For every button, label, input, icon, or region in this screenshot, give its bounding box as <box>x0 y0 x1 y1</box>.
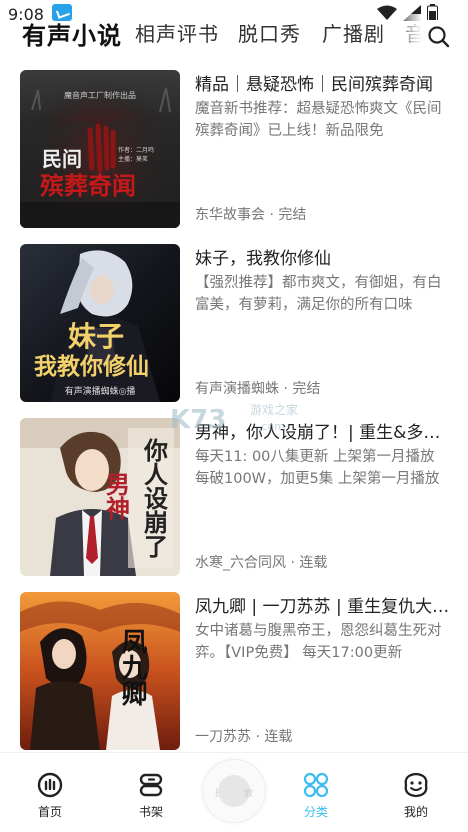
book-description: 每天11: 00八集更新 上架第一月播放每破100W，加更5集 上架第一月播放 <box>195 449 440 487</box>
cover-title-line2: 你人设崩了 <box>140 438 169 559</box>
nav-home[interactable]: 首页 <box>20 771 80 820</box>
home-icon <box>37 772 63 798</box>
nav-home-label: 首页 <box>37 805 62 819</box>
book-cover[interactable]: 魔音声工厂制作出品 作者：二月鸣 主播：莫茗 民间 殡葬奇闻 <box>20 70 180 228</box>
watermark-brand: K73 <box>170 405 226 435</box>
cover-title-line1: 男神 <box>102 472 131 520</box>
cover-title: 凤九卿 <box>117 628 148 707</box>
book-title: 妹子，我教你修仙 <box>195 249 331 269</box>
book-item[interactable]: 魔音声工厂制作出品 作者：二月鸣 主播：莫茗 民间 殡葬奇闻 精品｜悬疑恐怖｜民… <box>0 64 468 228</box>
book-meta: 一刀苏苏 · 连载 <box>195 729 293 745</box>
category-tab-bar: 有声小说 相声评书 脱口秀 广播剧 音 <box>0 14 468 54</box>
book-title: 凤九卿 | 一刀苏苏 | 重生复仇大女主 <box>195 597 450 617</box>
tab-radio-drama[interactable]: 广播剧 <box>322 18 385 47</box>
book-cover[interactable]: 凤九卿 <box>20 592 180 750</box>
nav-profile-label: 我的 <box>403 805 428 819</box>
book-description: 女中诸葛与腹黑帝王，恩怨纠葛生死对弈。【VIP免费】 每天17:00更新 <box>195 623 442 661</box>
tab-audio-novels[interactable]: 有声小说 <box>22 16 122 51</box>
cover-title-line2: 我教你修仙 <box>34 353 149 380</box>
bookshelf-icon <box>139 773 163 797</box>
bottom-nav: 首页 书架 播 放 分类 我的 <box>0 752 468 832</box>
tab-talk-show[interactable]: 脱口秀 <box>238 18 301 47</box>
cover-title-line1: 民间 <box>42 147 82 171</box>
tab-crosstalk[interactable]: 相声评书 <box>135 18 219 47</box>
tab-fade <box>392 14 422 54</box>
category-icon <box>303 772 329 798</box>
nav-bookshelf-label: 书架 <box>138 805 163 819</box>
book-description: 魔音新书推荐：超悬疑恐怖爽文《民间殡葬奇闻》已上线！新品限免 <box>195 101 442 139</box>
watermark-subtitle: 游戏之家 <box>250 402 298 417</box>
search-icon <box>428 26 450 48</box>
book-meta: 有声演播蜘蛛 · 完结 <box>195 381 321 397</box>
nav-category[interactable]: 分类 <box>286 771 346 820</box>
book-meta: 东华故事会 · 完结 <box>195 207 307 223</box>
nav-bookshelf[interactable]: 书架 <box>121 771 181 820</box>
cover-narrator-text: 主播：莫茗 <box>118 155 148 163</box>
watermark-url: .com <box>258 420 285 433</box>
player-text-right: 放 <box>243 789 253 799</box>
book-description: 【强烈推荐】都市爽文，有御姐，有白富美，有萝莉，满足你的所有口味 <box>195 275 442 313</box>
book-item[interactable]: 凤九卿 凤九卿 | 一刀苏苏 | 重生复仇大女主 女中诸葛与腹黑帝王，恩怨纠葛生… <box>0 586 468 750</box>
player-button[interactable]: 播 放 <box>202 759 266 823</box>
book-title: 精品｜悬疑恐怖｜民间殡葬奇闻 <box>195 75 433 95</box>
cover-title-line2: 殡葬奇闻 <box>40 171 136 200</box>
cover-author-text: 作者：二月鸣 <box>118 146 154 154</box>
book-item[interactable]: 妹子 我教你修仙 有声演播蜘蛛◎播 妹子，我教你修仙 【强烈推荐】都市爽文，有御… <box>0 238 468 402</box>
cover-title-line1: 妹子 <box>68 320 124 353</box>
search-button[interactable] <box>422 20 456 54</box>
profile-icon <box>404 772 428 798</box>
book-cover[interactable]: 妹子 我教你修仙 有声演播蜘蛛◎播 <box>20 244 180 402</box>
k73-watermark: K73 游戏之家 .com <box>170 400 310 440</box>
book-meta: 水寒_六合同风 · 连载 <box>195 555 328 571</box>
nav-profile[interactable]: 我的 <box>386 771 446 820</box>
nav-category-label: 分类 <box>303 805 328 819</box>
cover-narrator-text: 有声演播蜘蛛◎播 <box>65 385 136 397</box>
cover-publisher-text: 魔音声工厂制作出品 <box>64 90 136 100</box>
book-cover[interactable]: 男神 你人设崩了 <box>20 418 180 576</box>
